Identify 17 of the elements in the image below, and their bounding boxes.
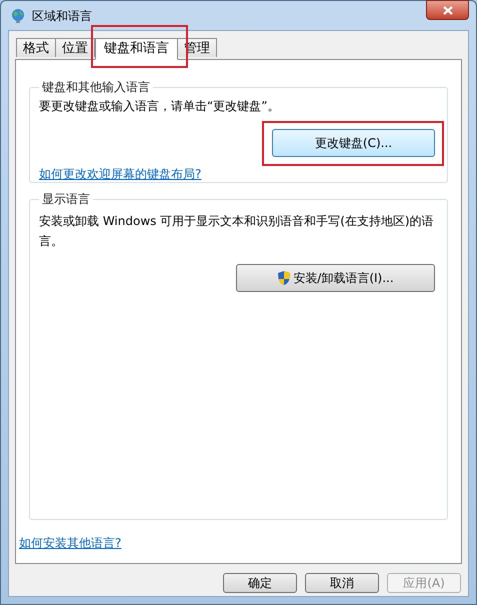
install-language-button[interactable]: 安装/卸载语言(I)...	[236, 264, 435, 292]
globe-icon	[10, 8, 26, 24]
tab[interactable]: 格式	[16, 38, 56, 57]
change-keyboard-button[interactable]: 更改键盘(C)...	[272, 129, 435, 157]
dialog-button[interactable]: 确定	[223, 573, 297, 593]
help-link[interactable]: 如何更改欢迎屏幕的键盘布局?	[39, 165, 202, 183]
description: 安装或卸载 Windows 可用于显示文本和识别语音和手写(在支持地区)的语言。	[39, 213, 435, 250]
help-link[interactable]: 如何安装其他语言?	[19, 534, 122, 552]
tab[interactable]: 键盘和语言	[95, 38, 178, 60]
tab[interactable]: 位置	[55, 38, 95, 57]
close-icon	[442, 6, 452, 14]
group-title: 显示语言	[41, 191, 91, 208]
close-button[interactable]	[426, 0, 469, 20]
group-title: 键盘和其他输入语言	[41, 79, 151, 96]
window-title: 区域和语言	[32, 8, 92, 24]
description: 要更改键盘或输入语言，请单击“更改键盘”。	[39, 98, 280, 115]
dialog-button[interactable]: 取消	[305, 573, 379, 593]
